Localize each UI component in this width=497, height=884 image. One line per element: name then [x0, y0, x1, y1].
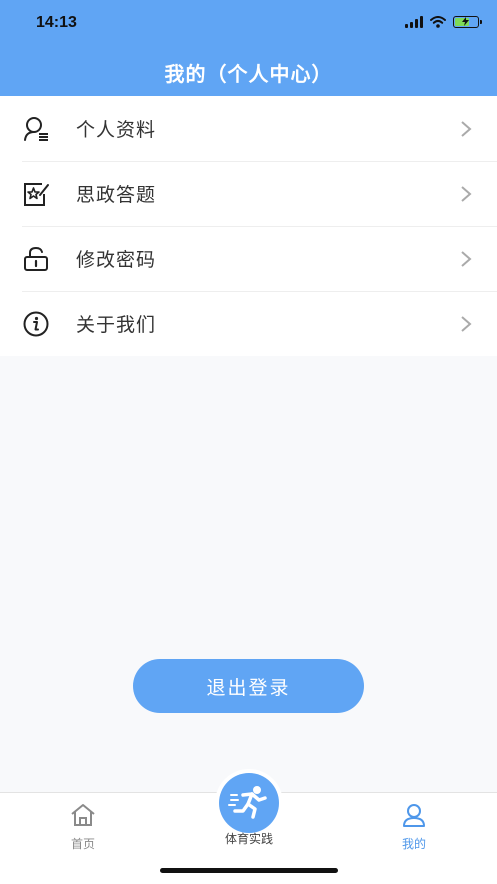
chevron-right-icon	[461, 250, 472, 267]
running-icon	[228, 786, 267, 819]
user-profile-icon	[24, 116, 48, 141]
header-bar: 14:13 我的（个人中心）	[0, 0, 497, 96]
status-time: 14:13	[36, 14, 77, 31]
tab-mine-label: 我的	[401, 837, 426, 851]
chevron-right-icon	[461, 185, 472, 202]
page-title: 我的（个人中心）	[164, 62, 333, 86]
user-icon	[403, 804, 425, 827]
menu-item-about[interactable]: 关于我们	[0, 291, 497, 356]
star-edit-icon	[24, 182, 49, 206]
battery-icon	[453, 16, 482, 28]
logout-button[interactable]: 退出登录	[133, 659, 364, 713]
tab-sports[interactable]: 体育实践	[219, 773, 279, 846]
menu-label-about: 关于我们	[76, 314, 157, 336]
signal-icon	[405, 16, 423, 28]
chevron-right-icon	[461, 315, 472, 332]
tab-sports-label: 体育实践	[224, 832, 273, 846]
tab-home-label: 首页	[70, 837, 95, 851]
home-indicator	[160, 868, 338, 873]
menu-label-quiz: 思政答题	[76, 184, 157, 206]
sports-button[interactable]	[219, 773, 279, 833]
tab-mine[interactable]: 我的	[369, 803, 459, 852]
wifi-icon	[430, 16, 446, 28]
menu-item-change-password[interactable]: 修改密码	[0, 226, 497, 291]
home-icon	[71, 804, 95, 826]
menu-item-quiz[interactable]: 思政答题	[0, 161, 497, 226]
status-icons	[405, 16, 482, 28]
menu-label-profile: 个人资料	[76, 119, 157, 141]
lock-icon	[24, 246, 48, 271]
info-icon	[23, 311, 49, 336]
menu-list: 个人资料 思政答题 修改密码 关于我们	[0, 96, 497, 356]
tab-home[interactable]: 首页	[38, 803, 128, 852]
menu-label-change-password: 修改密码	[76, 249, 157, 271]
menu-item-profile[interactable]: 个人资料	[0, 96, 497, 161]
chevron-right-icon	[461, 120, 472, 137]
